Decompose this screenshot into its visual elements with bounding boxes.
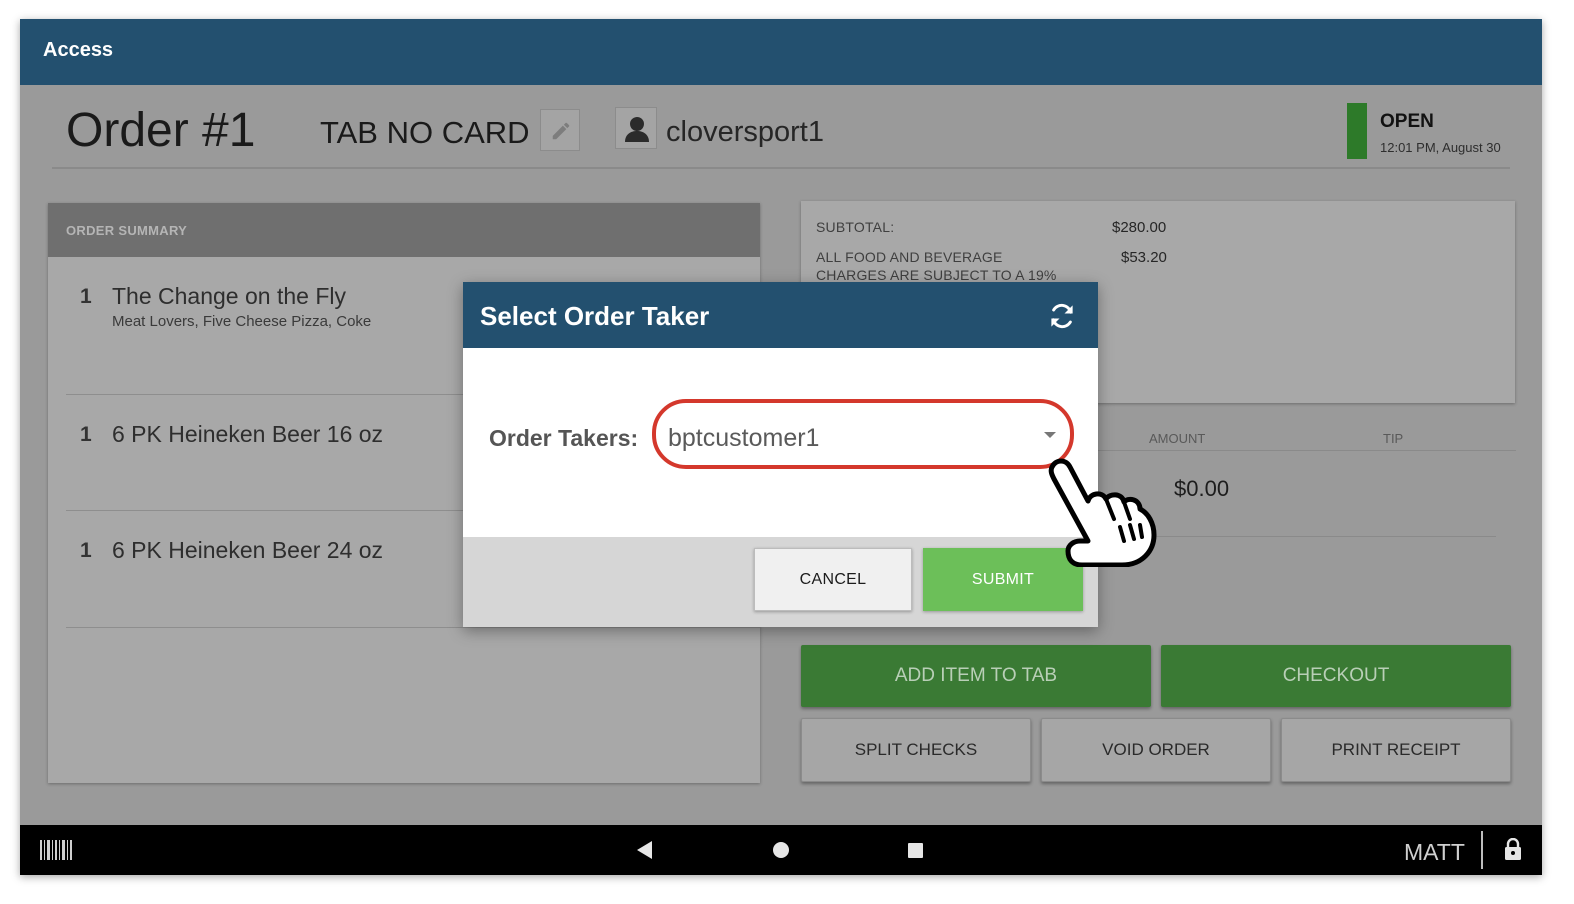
dropdown-highlight-annotation [652,399,1074,469]
back-icon[interactable] [637,841,653,859]
add-item-to-tab-button[interactable]: ADD ITEM TO TAB [801,645,1151,707]
tab-name: TAB NO CARD [320,115,530,150]
service-charge-value: $53.20 [1121,249,1167,266]
app-bar: Access [20,19,1542,85]
home-icon[interactable] [773,842,789,858]
pencil-icon [552,122,570,140]
edit-tab-name-button[interactable] [540,109,580,151]
print-receipt-button[interactable]: PRINT RECEIPT [1281,718,1511,782]
dialog-footer: CANCEL SUBMIT [463,537,1098,627]
order-header: Order #1 TAB NO CARD cloversport1 OPEN 1… [52,85,1510,169]
current-employee[interactable]: MATT [1404,839,1465,866]
nav-separator [1481,831,1483,869]
amount-column-header: AMOUNT [1149,431,1206,446]
item-quantity: 1 [80,423,92,446]
person-icon [625,117,649,142]
item-modifiers: Meat Lovers, Five Cheese Pizza, Coke [112,313,372,330]
order-summary-header: ORDER SUMMARY [48,203,760,257]
service-charge-label-continued: CHARGES ARE SUBJECT TO A 19% [816,267,1057,283]
refresh-icon[interactable] [1047,301,1077,331]
item-quantity: 1 [80,539,92,562]
select-order-taker-dialog: Select Order Taker Order Takers: bptcust… [463,282,1098,627]
order-title: Order #1 [66,104,256,157]
tip-column-header: TIP [1383,431,1404,446]
app-title: Access [43,39,114,61]
item-name: The Change on the Fly [112,283,346,309]
item-name: 6 PK Heineken Beer 24 oz [112,537,384,563]
order-summary-heading: ORDER SUMMARY [66,223,188,238]
split-checks-button[interactable]: SPLIT CHECKS [801,718,1031,782]
cancel-button[interactable]: CANCEL [754,548,912,611]
pos-screen: Access Order #1 TAB NO CARD cloversport1… [20,19,1542,875]
lock-icon[interactable] [1504,838,1522,860]
order-takers-label: Order Takers: [489,425,639,451]
subtotal-value: $280.00 [1112,219,1167,236]
barcode-icon[interactable] [40,840,74,860]
system-nav-bar: MATT [20,825,1542,875]
service-charge-label: ALL FOOD AND BEVERAGE [816,249,1003,265]
recents-icon[interactable] [908,843,923,858]
dialog-header: Select Order Taker [463,282,1098,348]
pointing-hand-icon [1048,458,1157,567]
dialog-title: Select Order Taker [480,301,710,331]
order-status-time: 12:01 PM, August 30 [1380,140,1501,155]
status-indicator [1347,103,1367,159]
item-quantity: 1 [80,285,92,308]
subtotal-label: SUBTOTAL: [816,219,895,235]
payment-amount: $0.00 [1174,476,1230,501]
order-owner-button[interactable] [615,107,657,149]
payments-divider [1098,450,1516,451]
order-status: OPEN [1380,111,1434,132]
checkout-button[interactable]: CHECKOUT [1161,645,1511,707]
order-owner-name: cloversport1 [666,116,824,148]
item-name: 6 PK Heineken Beer 16 oz [112,421,384,447]
void-order-button[interactable]: VOID ORDER [1041,718,1271,782]
